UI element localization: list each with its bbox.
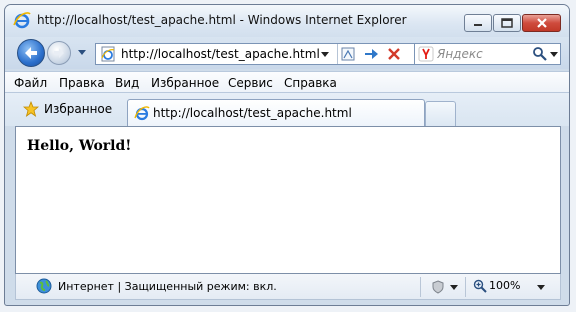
favorites-tab-bar: Избранное http://localhost/test_apache.h… (5, 93, 569, 126)
back-arrow-icon (25, 47, 37, 59)
browser-window: http://localhost/test_apache.html - Wind… (4, 4, 570, 306)
protected-mode-dropdown-icon[interactable] (449, 282, 459, 292)
menu-file[interactable]: Файл (14, 76, 47, 90)
menu-view[interactable]: Вид (115, 76, 139, 90)
menu-help[interactable]: Справка (284, 76, 337, 90)
tab-active[interactable]: http://localhost/test_apache.html (127, 99, 425, 126)
address-bar[interactable]: http://localhost/test_apache.html (95, 43, 417, 65)
minimize-icon (474, 24, 482, 26)
tab-title: http://localhost/test_apache.html (153, 106, 352, 120)
status-separator (420, 277, 421, 297)
status-separator (465, 277, 466, 297)
close-button[interactable] (522, 14, 561, 32)
navigation-bar: http://localhost/test_apache.html Яндекс (5, 37, 569, 69)
search-input[interactable]: Яндекс (437, 47, 483, 61)
back-button[interactable] (17, 39, 45, 67)
maximize-icon (501, 18, 513, 28)
address-input[interactable]: http://localhost/test_apache.html (121, 47, 320, 61)
menu-tools[interactable]: Сервис (228, 76, 273, 90)
menu-favorites[interactable]: Избранное (151, 76, 219, 90)
stop-icon[interactable] (386, 46, 402, 62)
recent-pages-dropdown-icon[interactable] (75, 45, 89, 59)
forward-arrow-icon (54, 48, 64, 58)
zoom-dropdown-icon[interactable] (536, 282, 546, 292)
page-content: Hello, World! (15, 126, 561, 274)
internet-globe-icon (36, 278, 52, 294)
close-icon (536, 18, 547, 28)
zoom-level[interactable]: 100% (489, 279, 520, 292)
menu-edit[interactable]: Правка (59, 76, 105, 90)
menu-bar: Файл Правка Вид Избранное Сервис Справка (5, 71, 569, 93)
go-arrow-icon[interactable] (363, 46, 379, 62)
zoom-magnifier-icon[interactable] (473, 279, 487, 293)
favorites-star-icon[interactable] (23, 101, 39, 117)
search-dropdown-icon[interactable] (549, 48, 559, 60)
address-separator (337, 44, 338, 64)
page-heading: Hello, World! (27, 138, 132, 154)
favorites-button[interactable]: Избранное (44, 102, 112, 116)
yandex-logo-icon (418, 46, 434, 62)
new-tab-button[interactable] (425, 101, 456, 126)
security-zone-text: Интернет | Защищенный режим: вкл. (58, 280, 277, 293)
address-dropdown-icon[interactable] (319, 48, 331, 60)
title-bar: http://localhost/test_apache.html - Wind… (5, 5, 569, 37)
window-title: http://localhost/test_apache.html - Wind… (37, 13, 407, 27)
search-icon[interactable] (532, 46, 548, 62)
tab-ie-icon (134, 106, 150, 121)
compatibility-view-icon[interactable] (340, 46, 356, 62)
minimize-button[interactable] (464, 14, 492, 32)
protected-mode-icon[interactable] (430, 279, 446, 295)
forward-button[interactable] (47, 41, 71, 65)
page-icon (101, 46, 115, 62)
status-bar: Интернет | Защищенный режим: вкл. 100% (15, 274, 561, 300)
ie-logo-icon (13, 12, 31, 29)
search-box[interactable]: Яндекс (414, 43, 561, 65)
maximize-button[interactable] (493, 14, 521, 32)
